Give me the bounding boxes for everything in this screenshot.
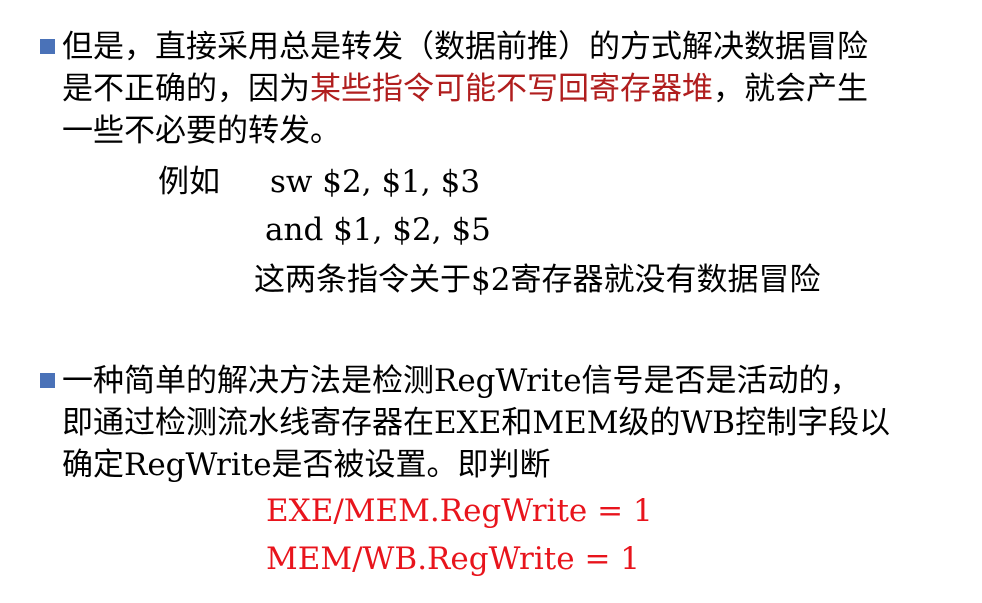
bullet-1-text-2b: ，就会产生 <box>713 71 868 107</box>
bullet-1-text-1: 但是，直接采用总是转发（数据前推）的方式解决数据冒险 <box>62 29 868 65</box>
condition-exe-mem: EXE/MEM.RegWrite = 1 <box>266 493 653 529</box>
bullet-2-line-3: 确定RegWrite是否被设置。即判断 <box>18 444 968 486</box>
bullet-1-text-2a: 是不正确的，因为 <box>62 71 310 107</box>
bullet-2-text-1: 一种简单的解决方法是检测RegWrite信号是否是活动的， <box>62 363 861 399</box>
square-bullet-icon <box>40 373 55 388</box>
bullet-2-text-3: 确定RegWrite是否被设置。即判断 <box>62 447 551 483</box>
bullet-1-text-3: 一些不必要的转发。 <box>62 113 341 149</box>
example-note: 这两条指令关于$2寄存器就没有数据冒险 <box>254 262 821 298</box>
square-bullet-icon <box>40 39 55 54</box>
slide: 但是，直接采用总是转发（数据前推）的方式解决数据冒险 是不正确的，因为某些指令可… <box>0 0 982 603</box>
bullet-point-1: 但是，直接采用总是转发（数据前推）的方式解决数据冒险 是不正确的，因为某些指令可… <box>18 26 968 152</box>
bullet-point-2: 一种简单的解决方法是检测RegWrite信号是否是活动的， 即通过检测流水线寄存… <box>18 360 968 486</box>
bullet-1-highlight: 某些指令可能不写回寄存器堆 <box>310 71 713 107</box>
bullet-1-line-1: 但是，直接采用总是转发（数据前推）的方式解决数据冒险 <box>18 26 968 68</box>
bullet-2-text-2: 即通过检测流水线寄存器在EXE和MEM级的WB控制字段以 <box>62 405 891 441</box>
example-code-1: sw $2, $1, $3 <box>270 164 481 200</box>
bullet-1-line-3: 一些不必要的转发。 <box>18 110 968 152</box>
bullet-2-line-2: 即通过检测流水线寄存器在EXE和MEM级的WB控制字段以 <box>18 402 968 444</box>
example-code-2: and $1, $2, $5 <box>265 212 491 248</box>
example-label: 例如 <box>158 164 220 200</box>
bullet-2-line-1: 一种简单的解决方法是检测RegWrite信号是否是活动的， <box>18 360 968 402</box>
bullet-1-line-2: 是不正确的，因为某些指令可能不写回寄存器堆，就会产生 <box>18 68 968 110</box>
condition-mem-wb: MEM/WB.RegWrite = 1 <box>266 541 640 577</box>
